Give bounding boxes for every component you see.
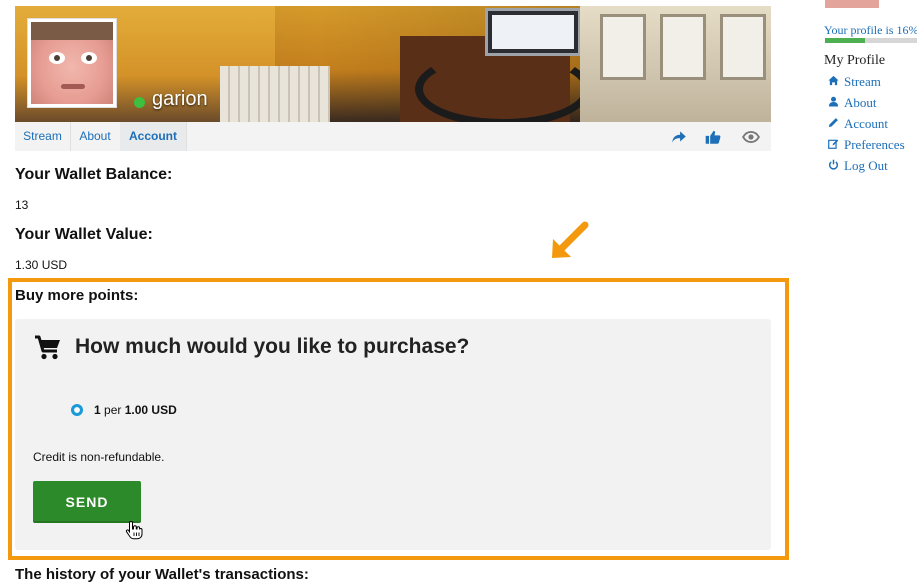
sidebar-item-label: Preferences <box>844 137 905 152</box>
option-per: per <box>104 403 122 417</box>
my-profile-heading: My Profile <box>824 53 886 68</box>
sidebar-links: Stream About Account Preferences Log Out <box>826 73 905 178</box>
profile-tabbar: Stream About Account <box>15 122 771 151</box>
profile-completion-bar <box>825 38 917 43</box>
sidebar-avatar-thumbnail[interactable] <box>825 0 879 8</box>
sidebar-item-label: About <box>844 95 877 110</box>
transaction-history-heading: The history of your Wallet's transaction… <box>15 566 309 583</box>
annotation-arrow-icon <box>552 221 589 258</box>
like-icon[interactable] <box>704 128 722 146</box>
share-icon[interactable] <box>670 128 688 146</box>
sidebar-item-label: Log Out <box>844 158 888 173</box>
sidebar-item-label: Stream <box>844 74 881 89</box>
purchase-option-label[interactable]: 1 per 1.00 USD <box>94 403 177 417</box>
send-button[interactable]: SEND <box>33 481 141 523</box>
profile-username: garion <box>152 88 208 110</box>
profile-cover-photo <box>15 6 771 122</box>
purchase-question: How much would you like to purchase? <box>75 335 470 358</box>
sidebar-item-about[interactable]: About <box>826 94 905 115</box>
wallet-value-amount: 1.30 USD <box>15 258 68 272</box>
shopping-cart-icon <box>35 335 60 360</box>
option-price: 1.00 USD <box>124 403 177 417</box>
user-icon <box>826 95 840 113</box>
sidebar-item-account[interactable]: Account <box>826 115 905 136</box>
tab-stream[interactable]: Stream <box>15 122 71 151</box>
power-icon <box>826 158 840 176</box>
sidebar-item-logout[interactable]: Log Out <box>826 157 905 178</box>
sidebar-item-preferences[interactable]: Preferences <box>826 136 905 157</box>
sidebar-item-stream[interactable]: Stream <box>826 73 905 94</box>
tab-account[interactable]: Account <box>120 122 187 151</box>
sidebar-item-label: Account <box>844 116 889 131</box>
online-status-icon <box>134 97 145 108</box>
home-icon <box>826 74 840 92</box>
purchase-option-radio[interactable] <box>71 404 83 416</box>
hand-cursor-icon <box>125 520 143 540</box>
edit-icon <box>826 137 840 155</box>
option-points: 1 <box>94 403 101 417</box>
profile-completion-text[interactable]: Your profile is 16% <box>824 23 917 38</box>
wallet-value-heading: Your Wallet Value: <box>15 226 153 243</box>
profile-completion-fill <box>825 38 865 43</box>
pencil-icon <box>826 116 840 134</box>
eye-icon[interactable] <box>742 128 760 146</box>
buy-points-heading: Buy more points: <box>15 287 139 304</box>
wallet-balance-heading: Your Wallet Balance: <box>15 166 173 183</box>
tab-about[interactable]: About <box>70 122 121 151</box>
wallet-balance-value: 13 <box>15 198 29 212</box>
refund-note: Credit is non-refundable. <box>33 450 165 464</box>
avatar[interactable] <box>27 18 117 108</box>
